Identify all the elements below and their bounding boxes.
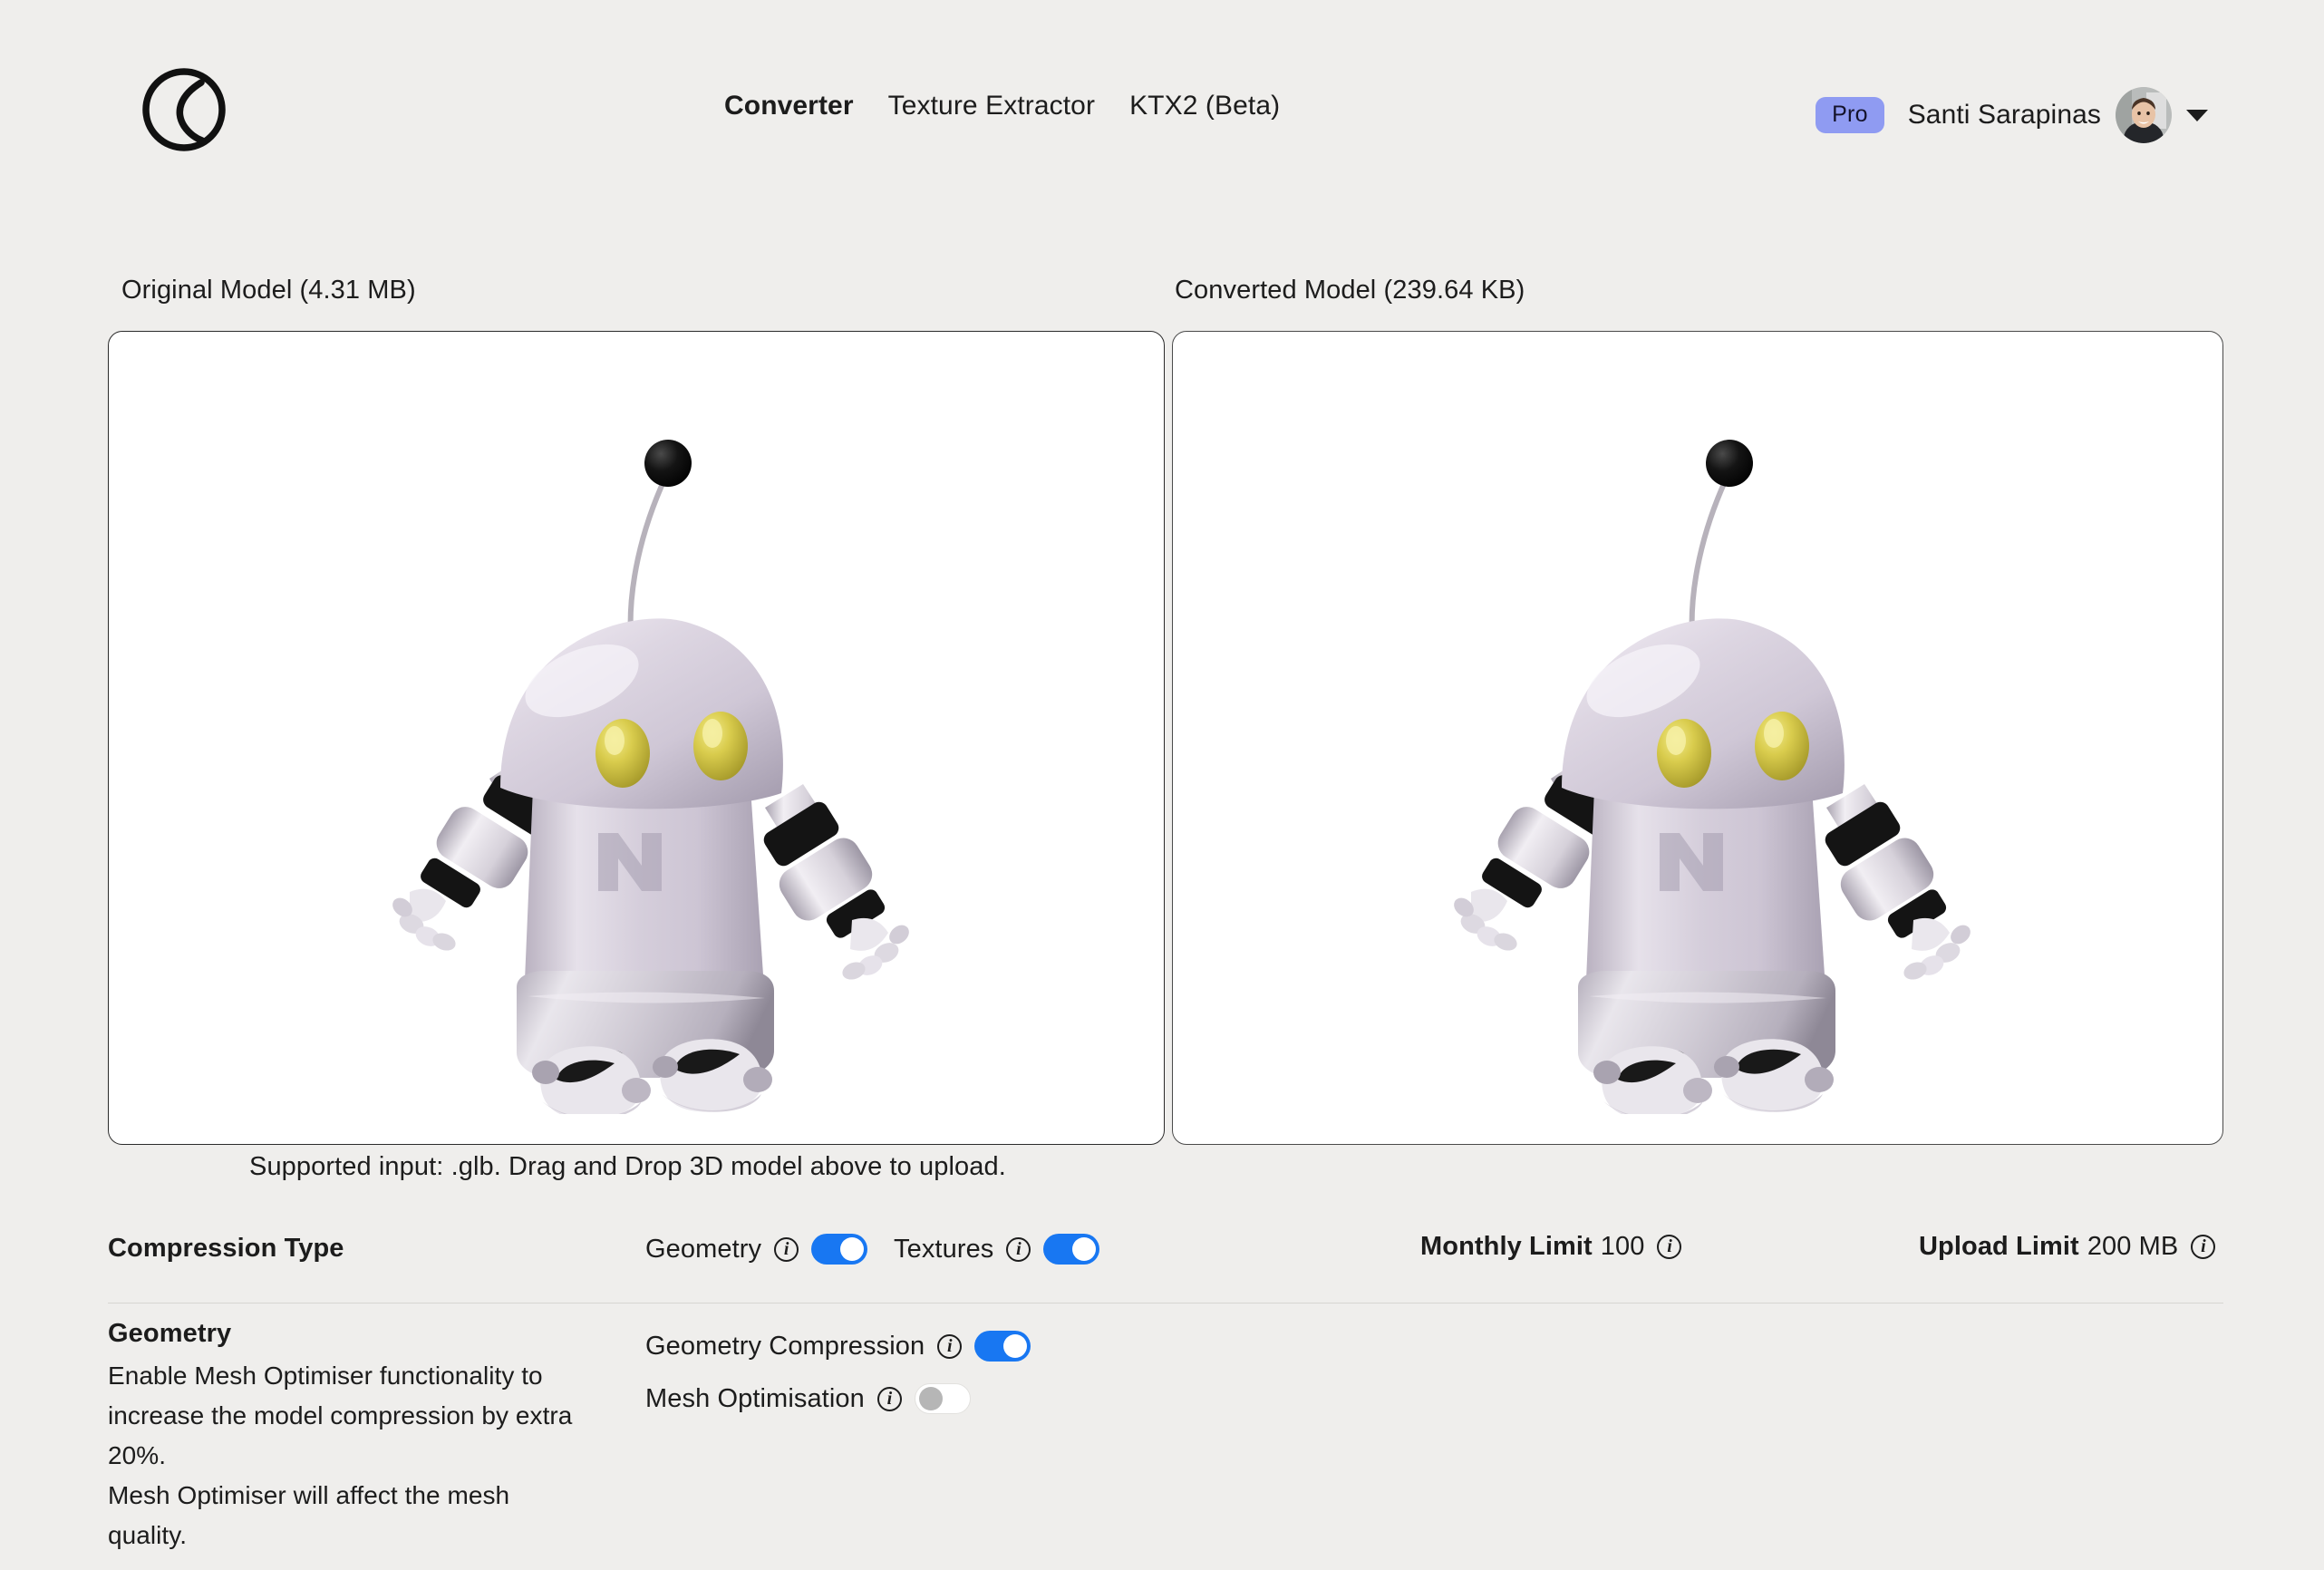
- original-model-viewer[interactable]: [108, 331, 1165, 1145]
- app-root: Converter Texture Extractor KTX2 (Beta) …: [0, 0, 2324, 1570]
- compression-type-row: Compression Type Geometry i Textures i M…: [0, 1228, 2324, 1294]
- chevron-down-icon[interactable]: [2186, 109, 2208, 121]
- original-model-label: Original Model (4.31 MB): [121, 276, 416, 305]
- nav-item-ktx2-beta[interactable]: KTX2 (Beta): [1126, 89, 1283, 123]
- geometry-compression-toggle-knob: [1003, 1334, 1028, 1358]
- compression-type-label: Compression Type: [108, 1234, 344, 1263]
- upload-limit-label: Upload Limit: [1919, 1232, 2079, 1261]
- geometry-label: Geometry: [645, 1234, 762, 1264]
- textures-info-icon[interactable]: i: [1006, 1236, 1031, 1262]
- geometry-toggle[interactable]: [811, 1234, 868, 1265]
- geometry-toggle-group: Geometry i: [645, 1234, 868, 1265]
- upload-limit-value: 200 MB: [2087, 1232, 2179, 1261]
- geometry-section-title: Geometry: [108, 1319, 232, 1348]
- main-nav: Converter Texture Extractor KTX2 (Beta): [721, 89, 1283, 123]
- monthly-limit-group: Monthly Limit 100 i: [1420, 1232, 1682, 1262]
- upload-limit-info-icon[interactable]: i: [2191, 1235, 2216, 1259]
- geometry-toggle-knob: [840, 1237, 865, 1261]
- upload-hint-text: Supported input: .glb. Drag and Drop 3D …: [249, 1152, 1006, 1181]
- avatar[interactable]: [2116, 87, 2172, 143]
- compression-type-label-cell: Compression Type: [108, 1234, 344, 1264]
- geometry-description-line-2: Mesh Optimiser will affect the mesh qual…: [108, 1481, 510, 1549]
- nav-item-converter[interactable]: Converter: [721, 89, 857, 123]
- robot-3d-model-converted[interactable]: [1173, 332, 2222, 1144]
- converted-model-label: Converted Model (239.64 KB): [1175, 276, 1525, 305]
- crescent-circle-logo-icon[interactable]: [136, 62, 231, 157]
- geometry-compression-label: Geometry Compression: [645, 1331, 925, 1361]
- geometry-compression-info-icon[interactable]: i: [937, 1333, 963, 1359]
- monthly-limit-info-icon[interactable]: i: [1657, 1235, 1682, 1259]
- textures-toggle[interactable]: [1043, 1234, 1100, 1265]
- converted-model-viewer[interactable]: [1172, 331, 2223, 1145]
- mesh-optimisation-toggle[interactable]: [914, 1383, 971, 1414]
- geometry-info-icon[interactable]: i: [774, 1236, 799, 1262]
- geometry-compression-row: Geometry Compression i: [645, 1321, 1031, 1371]
- mesh-optimisation-toggle-knob: [918, 1387, 943, 1410]
- geometry-description-line-1: Enable Mesh Optimiser functionality to i…: [108, 1362, 573, 1469]
- mesh-optimisation-info-icon[interactable]: i: [876, 1386, 902, 1411]
- user-name-label: Santi Sarapinas: [1907, 100, 2101, 130]
- textures-toggle-group: Textures i: [894, 1234, 1100, 1265]
- app-header: Converter Texture Extractor KTX2 (Beta) …: [0, 0, 2324, 190]
- pro-badge[interactable]: Pro: [1816, 97, 1884, 133]
- user-menu[interactable]: Pro Santi Sarapinas: [1816, 87, 2208, 143]
- textures-label: Textures: [894, 1234, 994, 1264]
- geometry-compression-toggle[interactable]: [974, 1331, 1031, 1362]
- geometry-description-block: Geometry Enable Mesh Optimiser functiona…: [108, 1319, 588, 1555]
- geometry-controls: Geometry Compression i Mesh Optimisation…: [645, 1321, 1031, 1424]
- monthly-limit-label: Monthly Limit: [1420, 1232, 1593, 1261]
- monthly-limit-value: 100: [1600, 1232, 1645, 1261]
- mesh-optimisation-row: Mesh Optimisation i: [645, 1373, 1031, 1424]
- mesh-optimisation-label: Mesh Optimisation: [645, 1383, 865, 1413]
- upload-limit-group: Upload Limit 200 MB i: [1919, 1232, 2216, 1262]
- textures-toggle-knob: [1072, 1237, 1097, 1261]
- robot-3d-model-original[interactable]: [109, 332, 1164, 1144]
- nav-item-texture-extractor[interactable]: Texture Extractor: [885, 89, 1099, 123]
